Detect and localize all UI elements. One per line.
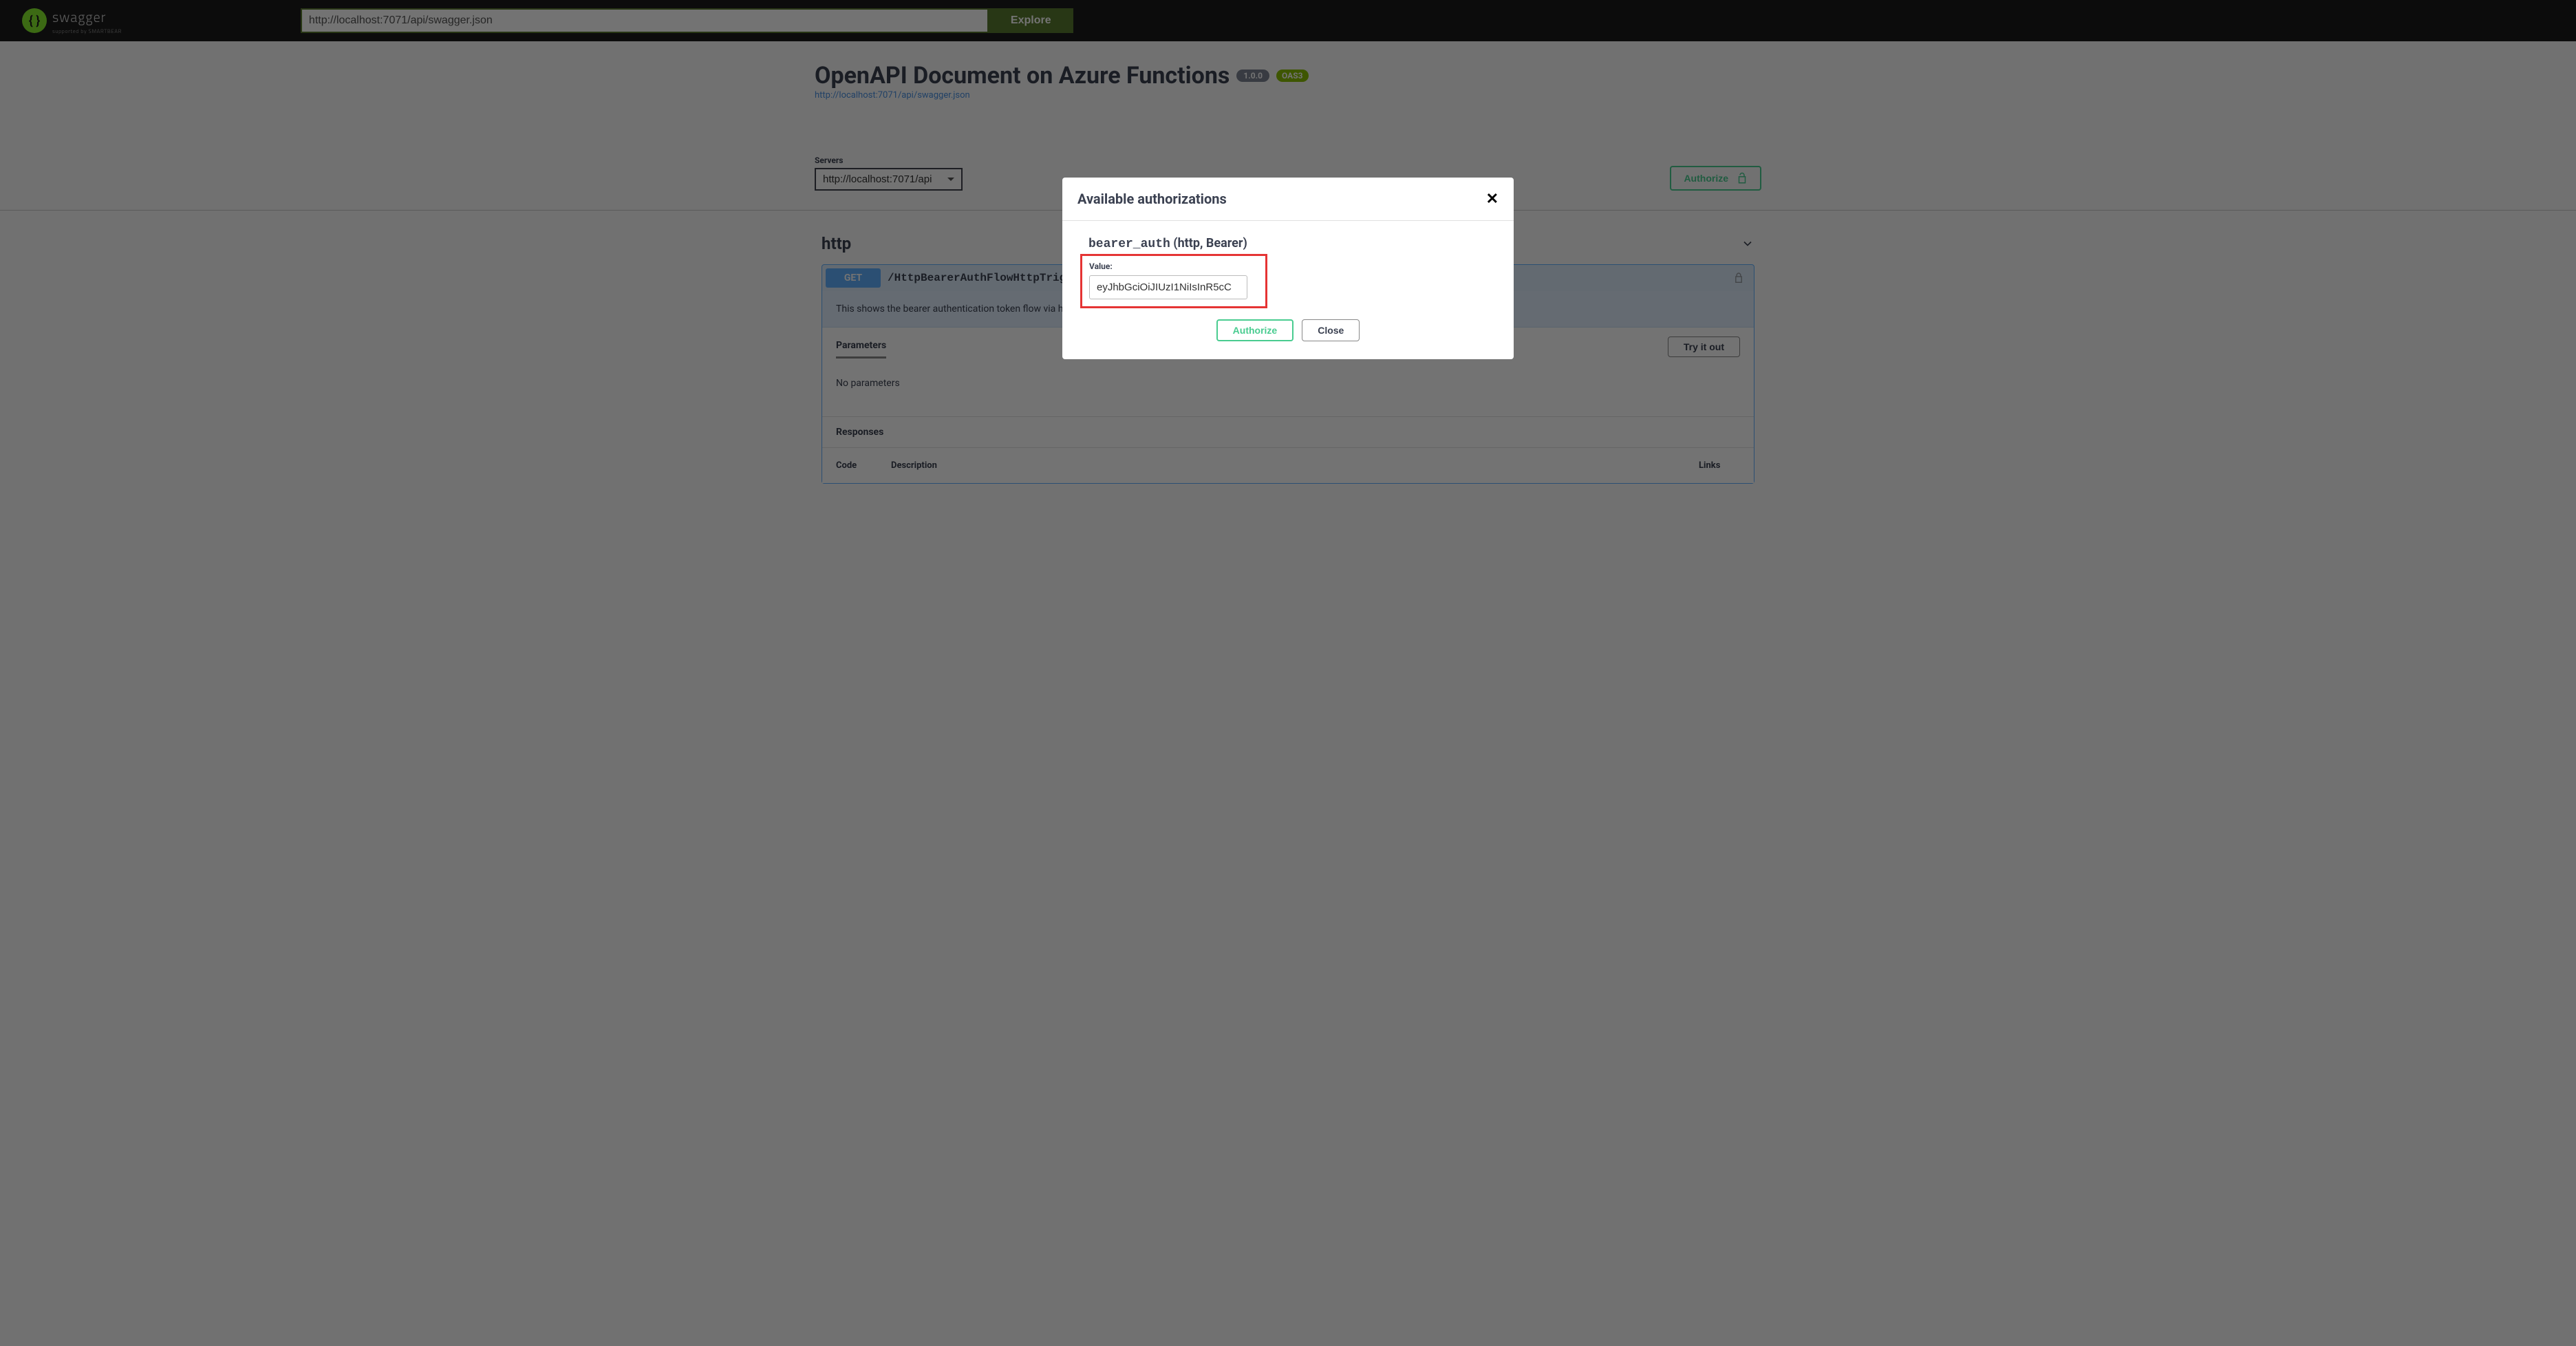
bearer-token-input[interactable] — [1089, 275, 1247, 299]
value-label: Value: — [1089, 261, 1258, 271]
modal-actions: Authorize Close — [1077, 319, 1499, 341]
value-highlight-box: Value: — [1080, 254, 1267, 308]
auth-scheme-title: bearer_auth (http, Bearer) — [1088, 236, 1499, 251]
modal-authorize-button[interactable]: Authorize — [1216, 319, 1294, 341]
close-icon[interactable]: ✕ — [1486, 190, 1499, 208]
scheme-meta: (http, Bearer) — [1170, 236, 1247, 250]
modal-title: Available authorizations — [1077, 191, 1227, 207]
modal-body: bearer_auth (http, Bearer) Value: Author… — [1062, 221, 1514, 359]
modal-backdrop[interactable]: Available authorizations ✕ bearer_auth (… — [0, 0, 2576, 1346]
authorization-modal: Available authorizations ✕ bearer_auth (… — [1062, 178, 1514, 359]
scheme-name: bearer_auth — [1088, 237, 1170, 251]
modal-close-button[interactable]: Close — [1302, 319, 1360, 341]
modal-header: Available authorizations ✕ — [1062, 178, 1514, 221]
